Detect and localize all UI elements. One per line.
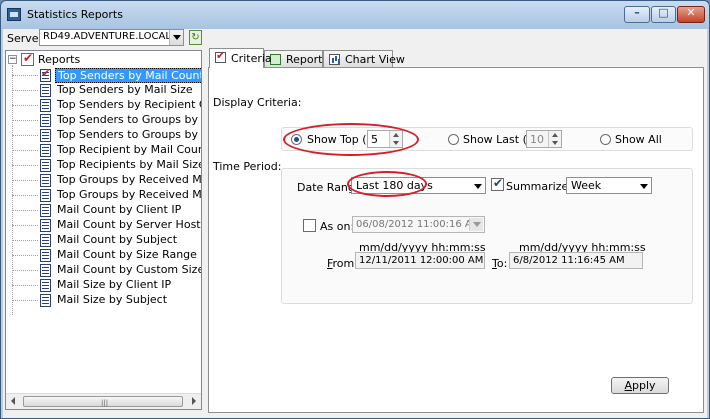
tree-item-label: Top Senders by Mail Count (55, 68, 201, 83)
show-all-radio[interactable] (600, 134, 611, 145)
tab-reports[interactable]: Reports (264, 50, 328, 67)
tab-label: Criteria (231, 52, 272, 65)
close-button[interactable]: ✕ (677, 6, 705, 23)
tree-root-label: Reports (38, 53, 81, 66)
to-datetime-field[interactable]: 6/8/2012 11:16:45 AM (509, 252, 643, 269)
from-label: From: (327, 257, 358, 270)
tab-criteria[interactable]: Criteria (209, 48, 272, 68)
show-last-radio[interactable] (448, 134, 459, 145)
tree-connector-line (12, 65, 13, 315)
tree-item-label: Mail Size by Client IP (57, 278, 172, 291)
tree-item-label: Mail Count by Custom Size Range (57, 263, 202, 276)
collapse-icon[interactable]: − (8, 55, 17, 64)
scroll-right-icon[interactable] (192, 397, 196, 405)
report-icon (40, 234, 51, 247)
report-checked-icon (40, 67, 51, 82)
server-dropdown[interactable]: RD49.ADVENTURE.LOCAL (39, 29, 184, 46)
tree-item-label: Top Senders by Recipient Count (57, 98, 201, 111)
report-icon (40, 189, 51, 202)
report-icon (40, 264, 51, 277)
report-icon (40, 129, 51, 142)
time-period-label: Time Period: (213, 160, 282, 173)
chart-icon (329, 54, 340, 65)
show-last-stepper[interactable]: 10 (526, 130, 562, 148)
criteria-panel: Display Criteria: Show Top (N): 5 Show L… (208, 67, 704, 413)
to-label: To: (492, 257, 508, 270)
summarize-dropdown[interactable]: Week (566, 177, 652, 194)
summarize-value: Week (571, 179, 602, 192)
grip-icon: ||| (101, 399, 109, 407)
criteria-tab-icon (215, 49, 226, 63)
report-icon (40, 84, 51, 97)
tree-item-label: Mail Count by Subject (57, 233, 178, 246)
from-datetime-field[interactable]: 12/11/2011 12:00:00 AM (355, 252, 485, 269)
summarize-checkbox[interactable] (491, 176, 504, 191)
tree-item-label: Top Senders to Groups by Mail Siz (57, 128, 201, 141)
maximize-button[interactable]: □ (651, 6, 676, 23)
show-all-label: Show All (615, 133, 662, 146)
chevron-down-icon[interactable] (169, 30, 183, 45)
statistics-reports-window: Statistics Reports – □ ✕ Server: RD49.AD… (0, 0, 710, 419)
as-on-checkbox[interactable] (303, 219, 316, 232)
title-bar[interactable]: Statistics Reports – □ ✕ (1, 1, 709, 29)
tree-item-label: Top Recipient by Mail Count (57, 143, 202, 156)
tree-item-label: Top Senders by Mail Size (57, 83, 193, 96)
report-icon (40, 114, 51, 127)
as-on-label: As on: (320, 220, 355, 233)
show-last-value: 10 (530, 133, 544, 146)
close-icon: ✕ (686, 6, 696, 19)
minimize-button[interactable]: – (624, 6, 650, 23)
reports-root-icon (21, 51, 34, 66)
as-on-value: 06/08/2012 11:00:16 AM (356, 219, 481, 230)
scrollbar-thumb[interactable]: ||| (23, 396, 183, 407)
maximize-icon: □ (658, 6, 669, 19)
tree-item-label: Mail Size by Subject (57, 293, 168, 306)
tree-item-label: Mail Count by Server Host Name (57, 218, 201, 231)
refresh-icon[interactable]: ↻ (189, 30, 202, 45)
scroll-left-icon[interactable] (11, 397, 15, 405)
app-icon (7, 8, 21, 21)
report-icon (40, 144, 51, 157)
reports-tree[interactable]: − Reports Top Senders by Mail Count Top … (5, 50, 202, 410)
chevron-down-icon[interactable] (640, 184, 648, 189)
from-value: 12/11/2011 12:00:00 AM (359, 255, 484, 266)
minimize-icon: – (634, 6, 640, 19)
report-icon (40, 279, 51, 292)
report-icon (40, 249, 51, 262)
tree-item-label: Top Groups by Received Mail Size (57, 188, 202, 201)
window-title: Statistics Reports (27, 8, 123, 21)
display-criteria-label: Display Criteria: (213, 96, 302, 109)
spin-arrows-icon[interactable] (548, 131, 561, 147)
tab-label: Chart View (345, 53, 405, 66)
tree-item-label: Mail Count by Client IP (57, 203, 182, 216)
tree-horizontal-scrollbar[interactable]: ||| (6, 393, 201, 409)
report-icon (40, 99, 51, 112)
tree-item-label: Top Groups by Received Mail Cour (57, 173, 202, 186)
apply-button[interactable]: Apply (611, 377, 669, 394)
tree-item-label: Top Recipients by Mail Size (57, 158, 202, 171)
highlight-oval-show-top (283, 123, 419, 156)
highlight-oval-date-range (347, 171, 427, 197)
report-icon (40, 174, 51, 187)
client-area: Server: RD49.ADVENTURE.LOCAL ↻ − Reports… (3, 29, 707, 418)
report-icon (40, 219, 51, 232)
report-icon (40, 204, 51, 217)
tab-chart-view[interactable]: Chart View (323, 50, 405, 67)
calendar-dropdown-icon[interactable] (469, 218, 483, 231)
to-value: 6/8/2012 11:16:45 AM (513, 255, 625, 266)
tree-item-label: Mail Count by Size Range (57, 248, 197, 261)
report-icon (40, 159, 51, 172)
server-value: RD49.ADVENTURE.LOCAL (43, 31, 171, 42)
report-icon (40, 294, 51, 307)
chevron-down-icon[interactable] (474, 184, 482, 189)
tree-item-label: Top Senders to Groups by Mail Co (57, 113, 201, 126)
tab-label: Reports (286, 53, 329, 66)
as-on-datetime-picker[interactable]: 06/08/2012 11:00:16 AM (352, 216, 485, 233)
